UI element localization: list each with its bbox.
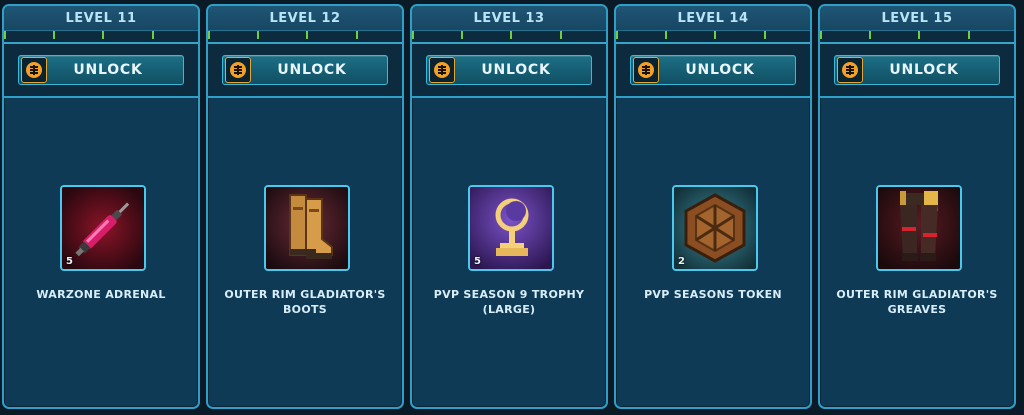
- reward-area: OUTER RIM GLADIATOR'S BOOTS: [208, 98, 402, 407]
- adrenal-syringe-icon[interactable]: 5: [60, 185, 146, 271]
- progress-bar: [4, 30, 198, 44]
- season-reward-track: LEVEL 11 UNLOCK 5 WARZONE ADRENAL LEVEL …: [0, 0, 1024, 415]
- unlock-button[interactable]: UNLOCK: [18, 55, 184, 85]
- reward-name: PVP SEASONS TOKEN: [644, 288, 782, 301]
- level-column-13: LEVEL 13 UNLOCK 5 PVP SEASON 9 TROPHY (L…: [410, 4, 608, 409]
- unlock-zone: UNLOCK: [616, 44, 810, 98]
- reward-area: 5 PVP SEASON 9 TROPHY (LARGE): [412, 98, 606, 407]
- progress-bar: [208, 30, 402, 44]
- level-column-12: LEVEL 12 UNLOCK OUTER RIM GLADIATOR'S BO…: [206, 4, 404, 409]
- reward-name: OUTER RIM GLADIATOR'S BOOTS: [224, 288, 386, 316]
- level-header: LEVEL 12: [208, 6, 402, 30]
- reward-area: 2 PVP SEASONS TOKEN: [616, 98, 810, 407]
- level-header: LEVEL 15: [820, 6, 1014, 30]
- progress-bar: [820, 30, 1014, 44]
- cartel-coin-icon: [837, 57, 863, 83]
- unlock-button[interactable]: UNLOCK: [834, 55, 1000, 85]
- unlock-label: UNLOCK: [685, 62, 755, 78]
- boots-icon[interactable]: [264, 185, 350, 271]
- unlock-label: UNLOCK: [277, 62, 347, 78]
- unlock-zone: UNLOCK: [208, 44, 402, 98]
- reward-name: PVP SEASON 9 TROPHY (LARGE): [433, 288, 585, 316]
- quantity-label: 2: [678, 256, 685, 267]
- trophy-icon[interactable]: 5: [468, 185, 554, 271]
- cartel-coin-icon: [21, 57, 47, 83]
- unlock-button[interactable]: UNLOCK: [426, 55, 592, 85]
- reward-area: OUTER RIM GLADIATOR'S GREAVES: [820, 98, 1014, 407]
- level-header: LEVEL 13: [412, 6, 606, 30]
- unlock-button[interactable]: UNLOCK: [222, 55, 388, 85]
- level-column-15: LEVEL 15 UNLOCK OUTER RIM GLADIATOR'S GR…: [818, 4, 1016, 409]
- unlock-zone: UNLOCK: [4, 44, 198, 98]
- level-column-11: LEVEL 11 UNLOCK 5 WARZONE ADRENAL: [2, 4, 200, 409]
- greaves-icon[interactable]: [876, 185, 962, 271]
- progress-bar: [412, 30, 606, 44]
- reward-area: 5 WARZONE ADRENAL: [4, 98, 198, 407]
- reward-name: OUTER RIM GLADIATOR'S GREAVES: [836, 288, 998, 316]
- level-column-14: LEVEL 14 UNLOCK 2 PVP SEASONS TOKEN: [614, 4, 812, 409]
- reward-name: WARZONE ADRENAL: [36, 288, 166, 301]
- unlock-zone: UNLOCK: [412, 44, 606, 98]
- unlock-zone: UNLOCK: [820, 44, 1014, 98]
- level-header: LEVEL 14: [616, 6, 810, 30]
- cartel-coin-icon: [633, 57, 659, 83]
- unlock-label: UNLOCK: [889, 62, 959, 78]
- quantity-label: 5: [66, 256, 73, 267]
- progress-bar: [616, 30, 810, 44]
- cartel-coin-icon: [225, 57, 251, 83]
- token-icon[interactable]: 2: [672, 185, 758, 271]
- cartel-coin-icon: [429, 57, 455, 83]
- unlock-button[interactable]: UNLOCK: [630, 55, 796, 85]
- quantity-label: 5: [474, 256, 481, 267]
- unlock-label: UNLOCK: [73, 62, 143, 78]
- unlock-label: UNLOCK: [481, 62, 551, 78]
- level-header: LEVEL 11: [4, 6, 198, 30]
